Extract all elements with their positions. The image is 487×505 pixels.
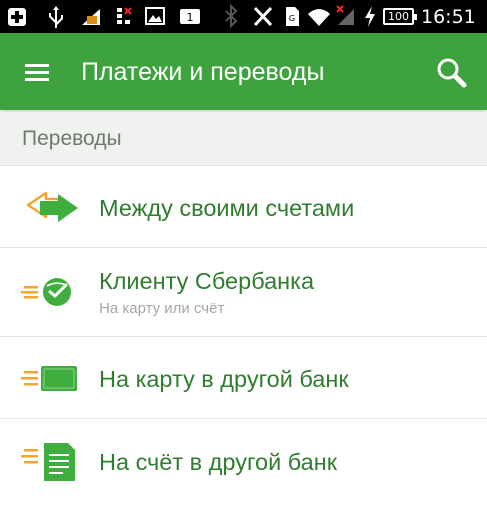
charging-icon bbox=[362, 0, 378, 33]
list-item-title: На карту в другой банк bbox=[99, 366, 349, 392]
vibrate-off-icon bbox=[250, 0, 276, 33]
list-item-card-other-bank[interactable]: На карту в другой банк bbox=[0, 337, 487, 419]
list-item-account-other-bank[interactable]: На счёт в другой банк bbox=[0, 419, 487, 500]
clock: 16:51 bbox=[421, 6, 476, 28]
list-item-sberbank-client[interactable]: Клиенту Сбербанка На карту или счёт bbox=[0, 248, 487, 337]
svg-text:1: 1 bbox=[187, 11, 194, 24]
notification-count-icon: 1 bbox=[178, 0, 202, 33]
account-document-icon bbox=[21, 443, 75, 481]
section-title: Переводы bbox=[22, 127, 122, 150]
page-title: Платежи и переводы bbox=[81, 58, 325, 86]
status-bar: 1 G 100 16:51 bbox=[0, 0, 487, 33]
debug-icon bbox=[80, 0, 104, 33]
wifi-icon bbox=[306, 0, 332, 33]
section-header-transfers: Переводы bbox=[0, 112, 487, 166]
hamburger-menu-icon bbox=[25, 71, 49, 74]
hamburger-menu-icon bbox=[25, 78, 49, 81]
plus-icon bbox=[6, 0, 28, 33]
search-button[interactable] bbox=[428, 49, 474, 95]
bluetooth-icon bbox=[222, 0, 240, 33]
usb-icon bbox=[46, 0, 66, 33]
sberbank-logo-icon bbox=[21, 278, 71, 306]
transfer-arrows-icon bbox=[26, 191, 78, 222]
list-item-subtitle: На карту или счёт bbox=[99, 300, 225, 317]
sim-icon: G bbox=[282, 0, 302, 33]
list-item-title: На счёт в другой банк bbox=[99, 449, 337, 475]
search-icon bbox=[437, 58, 467, 88]
app-bar: Платежи и переводы bbox=[0, 33, 487, 110]
list-item-title: Клиенту Сбербанка bbox=[99, 268, 315, 294]
bank-card-icon bbox=[21, 366, 77, 391]
hamburger-menu-icon bbox=[25, 64, 49, 67]
list-item-between-own-accounts[interactable]: Между своими счетами bbox=[0, 166, 487, 248]
image-icon bbox=[144, 0, 166, 33]
signal-icon bbox=[114, 0, 134, 33]
no-signal-icon bbox=[334, 0, 358, 33]
battery-icon: 100 bbox=[383, 8, 417, 25]
list-item-title: Между своими счетами bbox=[99, 195, 355, 221]
svg-text:G: G bbox=[289, 14, 295, 23]
menu-button[interactable] bbox=[12, 48, 64, 96]
